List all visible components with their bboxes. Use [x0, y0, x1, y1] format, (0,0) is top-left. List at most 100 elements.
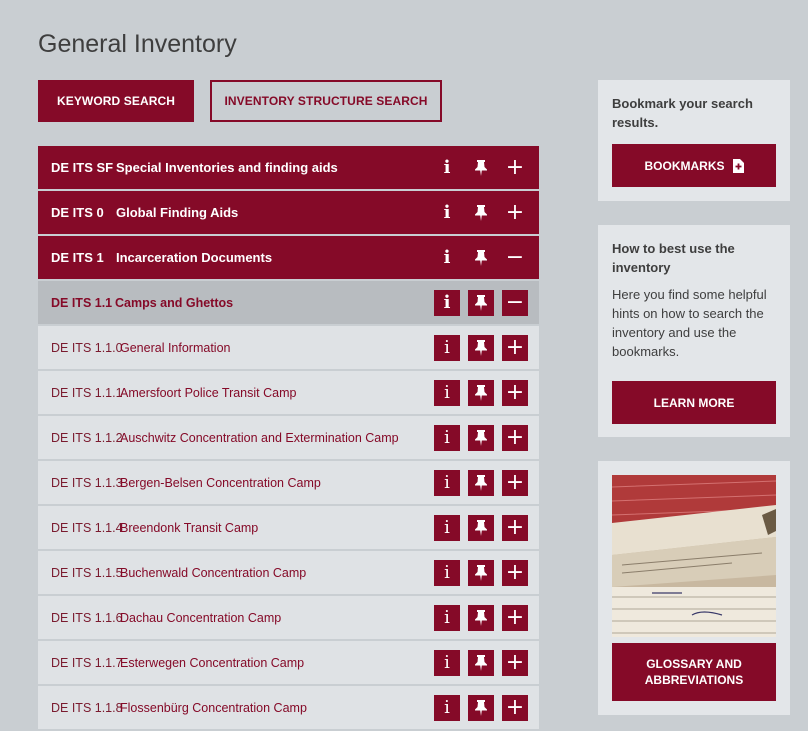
pin-bookmark-button[interactable] [468, 245, 494, 271]
row-actions: i + [434, 686, 528, 729]
glossary-button[interactable]: GLOSSARY AND ABBREVIATIONS [612, 643, 776, 701]
inventory-row[interactable]: DE ITS 1.1.6 Dachau Concentration Camp i + [38, 596, 539, 641]
expand-button[interactable]: + [502, 379, 528, 406]
info-button[interactable]: i [434, 245, 460, 271]
row-actions: i + [434, 596, 528, 639]
pin-bookmark-button[interactable] [468, 379, 494, 406]
inventory-row[interactable]: DE ITS 1.1.0 General Information i + [38, 326, 539, 371]
inventory-code: DE ITS 1.1.5 [51, 565, 123, 580]
inventory-row[interactable]: DE ITS 1 Incarceration Documents i − [38, 236, 539, 281]
inventory-code: DE ITS 1.1.3 [51, 475, 123, 490]
inventory-row[interactable]: DE ITS 1.1.5 Buchenwald Concentration Cam… [38, 551, 539, 596]
tab-inventory-structure-search[interactable]: INVENTORY STRUCTURE SEARCH [210, 80, 442, 122]
pin-bookmark-button[interactable] [468, 289, 494, 316]
pin-bookmark-button[interactable] [468, 694, 494, 721]
pin-bookmark-button[interactable] [468, 469, 494, 496]
plus-icon: + [505, 604, 525, 630]
pin-bookmark-button[interactable] [468, 514, 494, 541]
inventory-code: DE ITS 1.1.4 [51, 520, 123, 535]
pin-bookmark-button[interactable] [468, 649, 494, 676]
info-button[interactable]: i [434, 649, 460, 676]
row-actions: i + [434, 326, 528, 369]
pin-icon [475, 519, 487, 536]
inventory-row[interactable]: DE ITS SF Special Inventories and finding… [38, 146, 539, 191]
learn-more-button[interactable]: LEARN MORE [612, 381, 776, 424]
row-actions: i − [434, 236, 528, 279]
row-actions: i + [434, 641, 528, 684]
expand-button[interactable]: + [502, 200, 528, 226]
inventory-row[interactable]: DE ITS 1.1.4 Breendonk Transit Camp i + [38, 506, 539, 551]
pin-icon [475, 249, 487, 266]
info-icon: i [444, 471, 450, 493]
pin-icon [475, 339, 487, 356]
page-title: General Inventory [38, 30, 237, 58]
expand-button[interactable]: + [502, 469, 528, 496]
inventory-row[interactable]: DE ITS 1.1 Camps and Ghettos i − [38, 281, 539, 326]
pin-bookmark-button[interactable] [468, 334, 494, 361]
pin-bookmark-button[interactable] [468, 604, 494, 631]
info-icon: i [444, 606, 450, 628]
tab-keyword-search[interactable]: KEYWORD SEARCH [38, 80, 194, 122]
bookmarks-button[interactable]: BOOKMARKS [612, 144, 776, 187]
bookmark-add-icon [732, 158, 744, 173]
row-actions: i + [434, 191, 528, 234]
pin-icon [475, 159, 487, 176]
inventory-code: DE ITS SF [51, 160, 114, 175]
expand-button[interactable]: + [502, 424, 528, 451]
expand-button[interactable]: + [502, 694, 528, 721]
info-icon: i [443, 201, 451, 223]
minus-icon: − [505, 289, 525, 315]
collapse-button[interactable]: − [502, 289, 528, 316]
expand-button[interactable]: + [502, 155, 528, 181]
inventory-row[interactable]: DE ITS 1.1.3 Bergen-Belsen Concentration … [38, 461, 539, 506]
pin-bookmark-button[interactable] [468, 200, 494, 226]
plus-icon: + [505, 424, 525, 450]
info-icon: i [444, 516, 450, 538]
inventory-label: Dachau Concentration Camp [120, 610, 282, 625]
inventory-row[interactable]: DE ITS 1.1.7 Esterwegen Concentration Cam… [38, 641, 539, 686]
bookmark-panel: Bookmark your search results. BOOKMARKS [598, 80, 790, 201]
info-button[interactable]: i [434, 379, 460, 406]
plus-icon: + [505, 694, 525, 720]
info-button[interactable]: i [434, 200, 460, 226]
pin-bookmark-button[interactable] [468, 559, 494, 586]
info-button[interactable]: i [434, 694, 460, 721]
archive-cards-image [612, 475, 776, 637]
info-button[interactable]: i [434, 155, 460, 181]
expand-button[interactable]: + [502, 514, 528, 541]
info-button[interactable]: i [434, 604, 460, 631]
info-button[interactable]: i [434, 289, 460, 316]
info-button[interactable]: i [434, 469, 460, 496]
pin-icon [475, 294, 487, 311]
inventory-row[interactable]: DE ITS 1.1.2 Auschwitz Concentration and … [38, 416, 539, 461]
inventory-row[interactable]: DE ITS 0 Global Finding Aids i + [38, 191, 539, 236]
info-button[interactable]: i [434, 334, 460, 361]
inventory-code: DE ITS 1.1.2 [51, 430, 123, 445]
expand-button[interactable]: + [502, 649, 528, 676]
howto-text: Here you find some helpful hints on how … [612, 287, 767, 359]
collapse-button[interactable]: − [502, 245, 528, 271]
inventory-row[interactable]: DE ITS 1.1.8 Flossenbürg Concentration Ca… [38, 686, 539, 731]
inventory-label: Esterwegen Concentration Camp [120, 655, 305, 670]
info-button[interactable]: i [434, 514, 460, 541]
plus-icon: + [505, 559, 525, 585]
expand-button[interactable]: + [502, 559, 528, 586]
bookmark-text: Bookmark your search results. [612, 96, 753, 130]
plus-icon: + [505, 334, 525, 360]
pin-bookmark-button[interactable] [468, 155, 494, 181]
bookmarks-button-label: BOOKMARKS [644, 158, 725, 173]
row-actions: i + [434, 371, 528, 414]
inventory-label: Special Inventories and finding aids [116, 160, 338, 175]
info-button[interactable]: i [434, 559, 460, 586]
pin-icon [475, 699, 487, 716]
inventory-label: Buchenwald Concentration Camp [120, 565, 307, 580]
inventory-label: Flossenbürg Concentration Camp [120, 700, 307, 715]
inventory-row[interactable]: DE ITS 1.1.1 Amersfoort Police Transit Ca… [38, 371, 539, 416]
expand-button[interactable]: + [502, 604, 528, 631]
expand-button[interactable]: + [502, 334, 528, 361]
inventory-code: DE ITS 1.1.1 [51, 385, 123, 400]
info-button[interactable]: i [434, 424, 460, 451]
info-icon: i [444, 651, 450, 673]
pin-bookmark-button[interactable] [468, 424, 494, 451]
inventory-code: DE ITS 1.1 [51, 295, 113, 310]
